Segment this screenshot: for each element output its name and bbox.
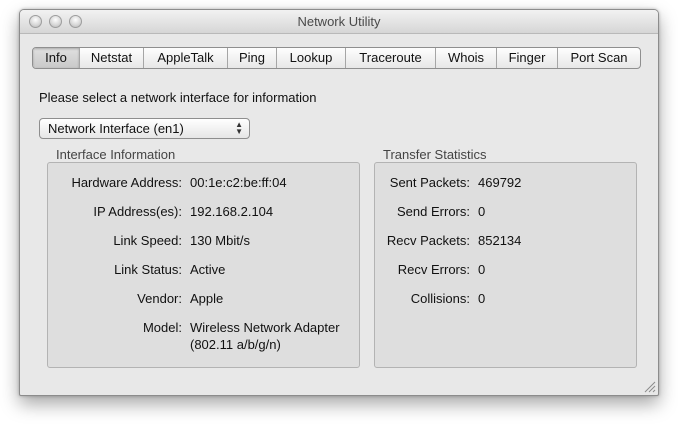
interface-information-title: Interface Information <box>56 147 176 162</box>
sent-packets-label: Sent Packets: <box>389 175 470 190</box>
sent-packets-value: 469792 <box>478 175 522 190</box>
tab-traceroute[interactable]: Traceroute <box>346 48 436 68</box>
network-interface-value: Network Interface (en1) <box>48 121 184 136</box>
tab-lookup[interactable]: Lookup <box>277 48 346 68</box>
recv-errors-value: 0 <box>478 262 486 277</box>
network-interface-popup[interactable]: Network Interface (en1) ▲ ▼ <box>39 118 250 139</box>
hardware-address-value: 00:1e:c2:be:ff:04 <box>190 175 287 190</box>
vendor-label: Vendor: <box>137 291 182 306</box>
send-errors-label: Send Errors: <box>397 204 470 219</box>
title-bar[interactable]: Network Utility <box>20 10 658 34</box>
model-value-line1: Wireless Network Adapter <box>190 320 340 335</box>
tab-bar: Info Netstat AppleTalk Ping Lookup Trace… <box>32 47 641 69</box>
recv-errors-label: Recv Errors: <box>397 262 470 277</box>
link-speed-label: Link Speed: <box>113 233 182 248</box>
recv-packets-label: Recv Packets: <box>386 233 470 248</box>
ip-address-label: IP Address(es): <box>93 204 182 219</box>
tab-ping[interactable]: Ping <box>228 48 277 68</box>
ip-address-value: 192.168.2.104 <box>190 204 274 219</box>
collisions-value: 0 <box>478 291 486 306</box>
window-title: Network Utility <box>297 14 381 29</box>
link-status-value: Active <box>190 262 226 277</box>
tab-port-scan[interactable]: Port Scan <box>558 48 640 68</box>
interface-information-box: Hardware Address: 00:1e:c2:be:ff:04 IP A… <box>47 162 360 368</box>
network-utility-window: Network Utility Info Netstat AppleTalk P… <box>19 9 659 396</box>
model-label: Model: <box>142 320 182 335</box>
send-errors-value: 0 <box>478 204 486 219</box>
recv-packets-value: 852134 <box>478 233 522 248</box>
popup-updown-icon: ▲ ▼ <box>235 120 243 136</box>
transfer-statistics-title: Transfer Statistics <box>383 147 487 162</box>
link-status-label: Link Status: <box>114 262 182 277</box>
tab-finger[interactable]: Finger <box>497 48 558 68</box>
tab-whois[interactable]: Whois <box>436 48 497 68</box>
tab-appletalk[interactable]: AppleTalk <box>144 48 228 68</box>
tab-info[interactable]: Info <box>33 48 80 68</box>
vendor-value: Apple <box>190 291 224 306</box>
hardware-address-label: Hardware Address: <box>71 175 182 190</box>
collisions-label: Collisions: <box>410 291 470 306</box>
transfer-statistics-box: Sent Packets: 469792 Send Errors: 0 Recv… <box>374 162 637 368</box>
link-speed-value: 130 Mbit/s <box>190 233 250 248</box>
model-value-line2: (802.11 a/b/g/n) <box>190 337 281 352</box>
select-interface-prompt: Please select a network interface for in… <box>39 90 317 105</box>
resize-grip-icon[interactable] <box>644 381 656 393</box>
tab-netstat[interactable]: Netstat <box>80 48 144 68</box>
